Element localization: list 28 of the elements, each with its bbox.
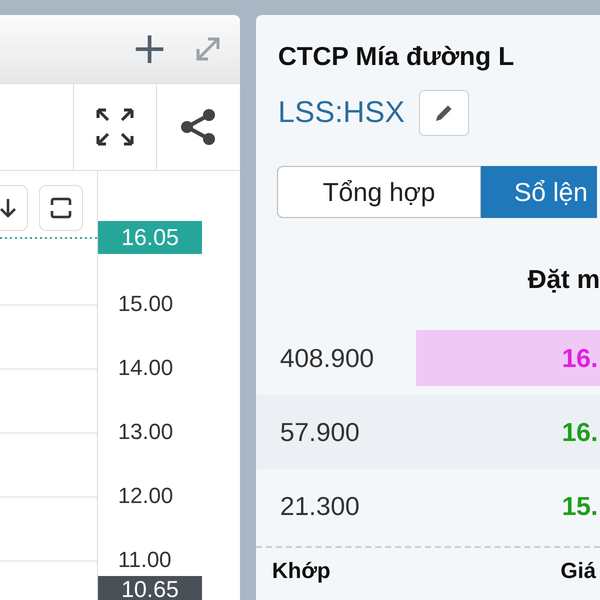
down-arrow-button[interactable]	[0, 185, 28, 231]
price-tick: 12.00	[118, 483, 174, 509]
share-icon[interactable]	[179, 108, 217, 146]
price-cell-text: 16.	[560, 416, 599, 448]
price-tick: 13.00	[118, 419, 174, 445]
edit-button[interactable]	[418, 90, 469, 136]
column-header: Đặt m	[528, 264, 600, 295]
price-tick: 15.00	[118, 291, 174, 317]
column-header: Khớp	[272, 558, 330, 584]
ticker-link[interactable]: LSS:HSX	[278, 96, 405, 130]
fullscreen-icon[interactable]	[95, 107, 135, 147]
price-cell: 16.	[416, 330, 600, 386]
column-header: Giá	[560, 558, 596, 584]
price-tick: 14.00	[118, 355, 174, 381]
volume-cell-text: 408.900	[279, 342, 374, 374]
add-button[interactable]: +	[131, 29, 168, 69]
tab[interactable]: Tổng hợp	[277, 166, 481, 218]
price-cell-text: 15.	[560, 490, 599, 522]
volume-cell-text: 21.300	[279, 490, 360, 522]
last-price-label: 16.05	[98, 221, 202, 254]
cursor-price-label: 10.65	[98, 576, 202, 600]
price-tick: 11.00	[118, 547, 172, 573]
volume-cell-text: 57.900	[279, 416, 360, 448]
down-arrow-icon	[0, 197, 17, 219]
tab[interactable]: Sổ lện	[481, 166, 597, 218]
frame-button[interactable]	[39, 185, 83, 231]
frame-icon	[49, 196, 73, 220]
company-name: CTCP Mía đường L	[277, 40, 516, 72]
